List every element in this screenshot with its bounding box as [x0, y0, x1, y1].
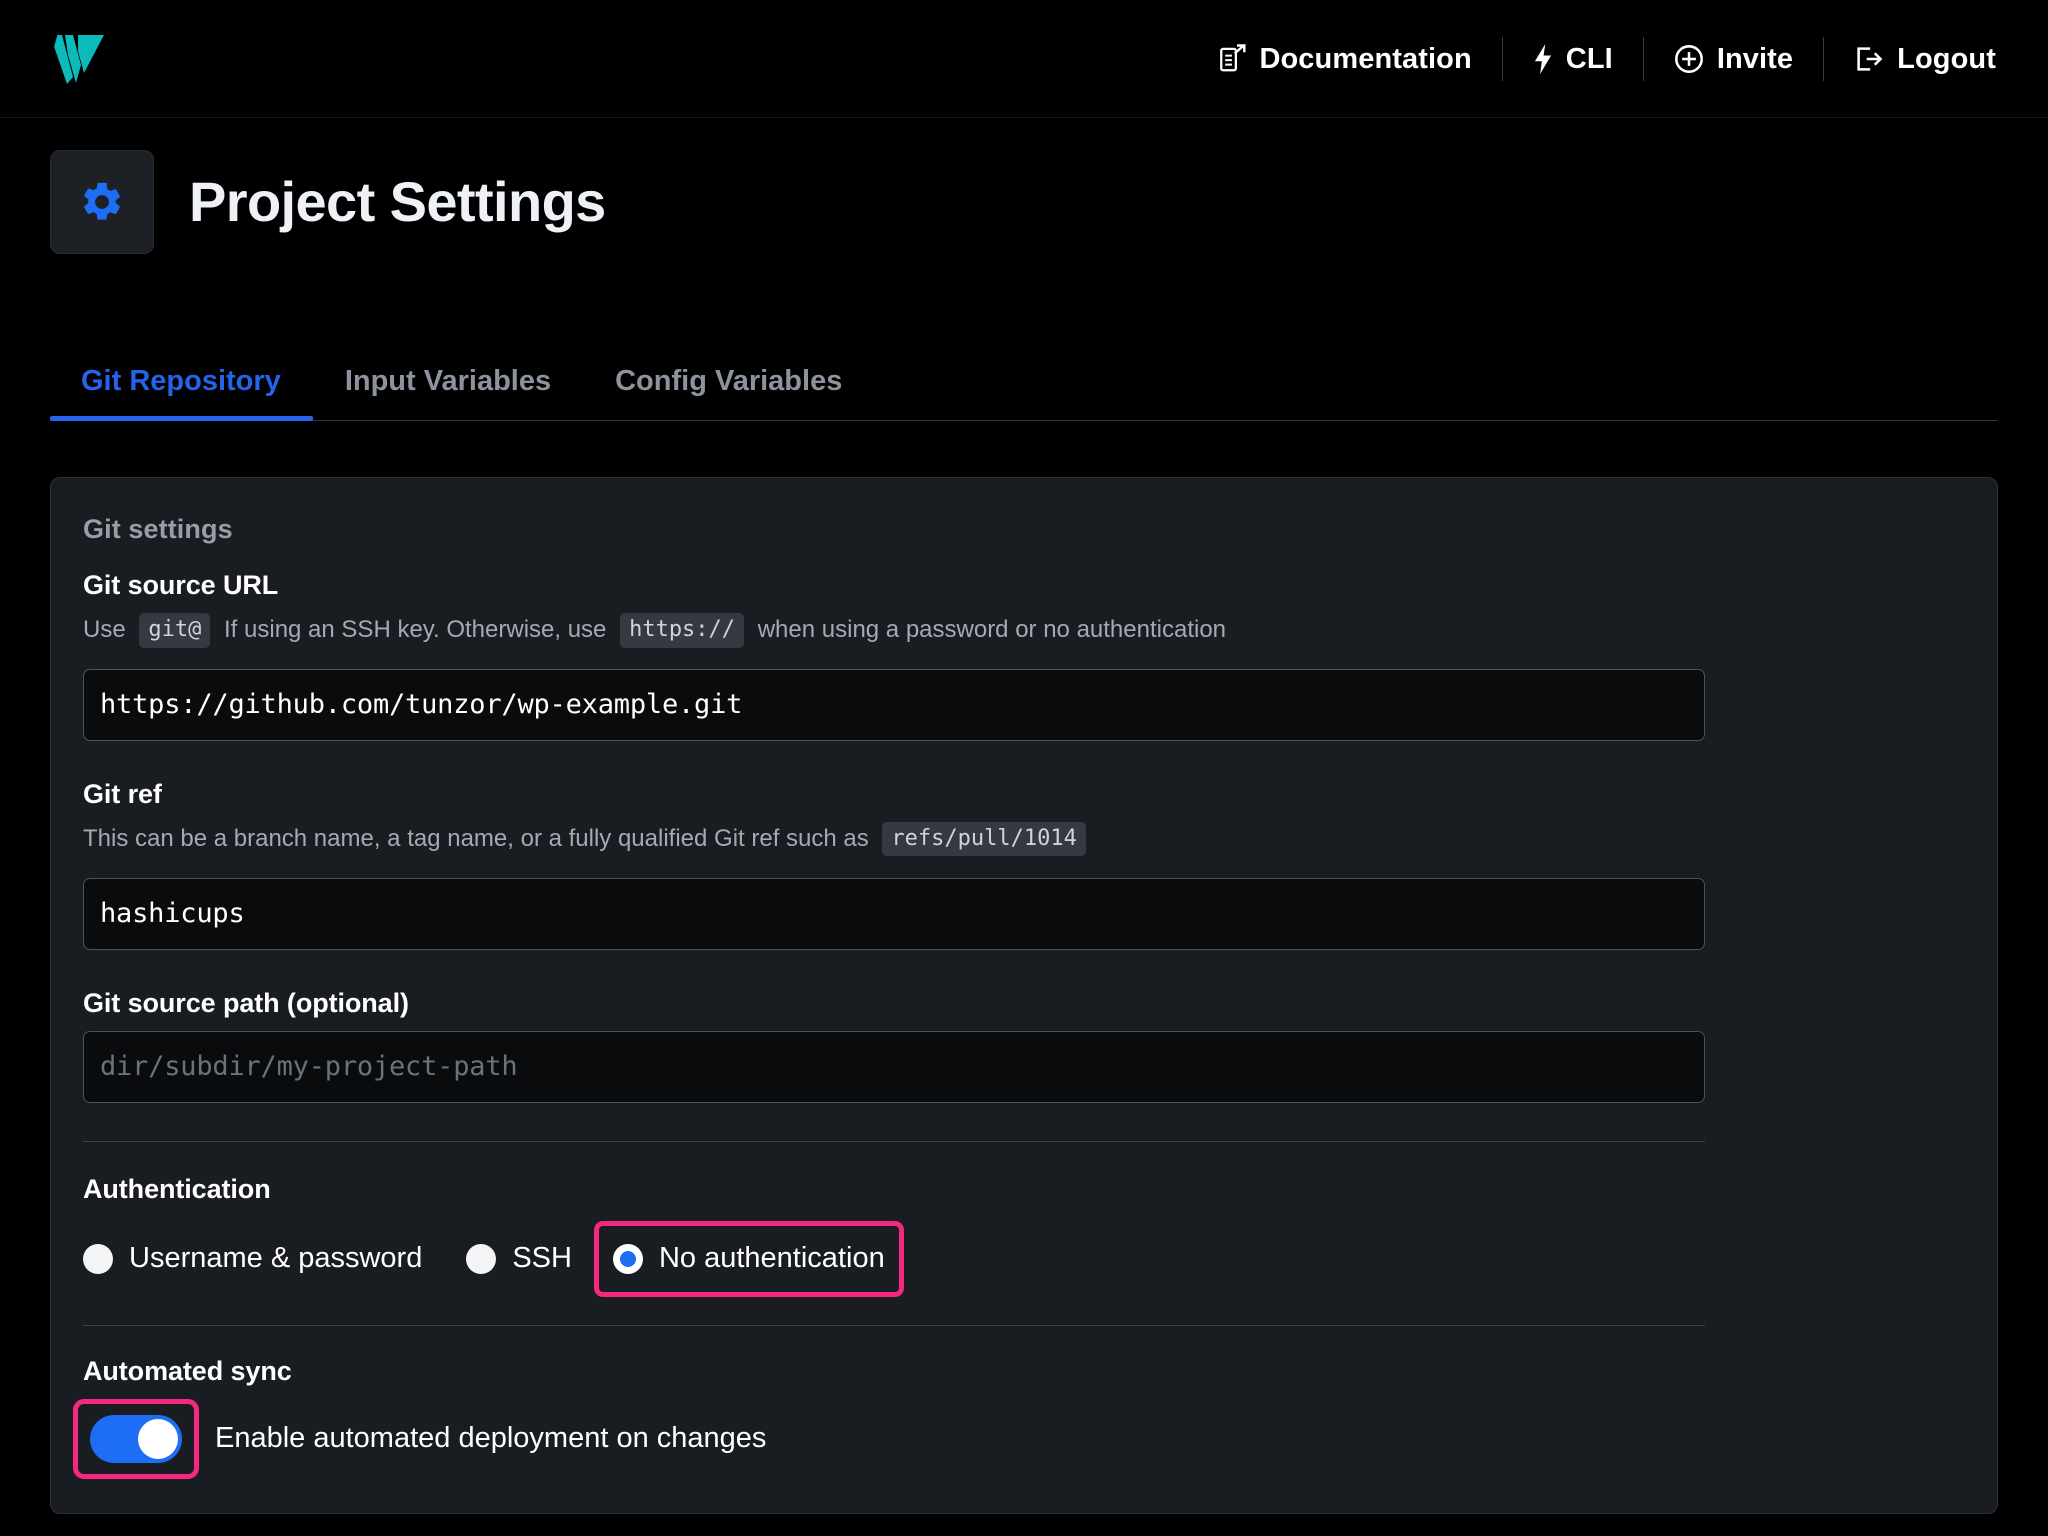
automated-sync-toggle[interactable]: [90, 1414, 182, 1463]
git-settings-card: Git settings Git source URL Use git@ If …: [50, 477, 1998, 1514]
nav-item-label: CLI: [1565, 42, 1613, 75]
automated-sync-row: Enable automated deployment on changes: [73, 1398, 1965, 1479]
page-header: Project Settings: [0, 118, 2048, 254]
git-source-url-label: Git source URL: [83, 570, 279, 600]
highlight-box-automated-sync-toggle: [73, 1398, 199, 1479]
authentication-radio-row: Username & password SSH No authenticatio…: [83, 1220, 1965, 1297]
radio-option-username-password[interactable]: Username & password: [83, 1234, 422, 1284]
help-text-prefix: Use: [83, 616, 133, 643]
nav-item-label: Documentation: [1259, 42, 1472, 75]
radio-label: No authentication: [658, 1242, 885, 1275]
nav-item-label: Logout: [1897, 42, 1996, 75]
toggle-knob: [138, 1418, 178, 1459]
tab-git-repository[interactable]: Git Repository: [50, 367, 313, 421]
help-text-prefix: This can be a branch name, a tag name, o…: [83, 824, 876, 852]
automated-sync-toggle-label: Enable automated deployment on changes: [215, 1422, 767, 1455]
git-settings-heading: Git settings: [83, 514, 233, 544]
top-navigation-bar: Documentation CLI Invite Logout: [0, 0, 2048, 118]
top-nav-links: Documentation CLI Invite Logout: [1189, 0, 2026, 118]
tab-config-variables[interactable]: Config Variables: [583, 367, 874, 420]
git-source-url-input[interactable]: [83, 668, 1705, 741]
help-chip-refs-pull: refs/pull/1014: [882, 822, 1086, 857]
git-source-path-input[interactable]: [83, 1030, 1705, 1103]
nav-item-documentation[interactable]: Documentation: [1189, 29, 1501, 89]
wing-logo-icon: [48, 33, 104, 84]
radio-indicator[interactable]: [466, 1243, 497, 1274]
git-source-url-field-group: Git source URL Use git@ If using an SSH …: [83, 570, 1965, 741]
radio-label: Username & password: [129, 1242, 423, 1275]
git-source-path-field-group: Git source path (optional): [83, 988, 1965, 1103]
git-ref-field-group: Git ref This can be a branch name, a tag…: [83, 779, 1965, 950]
lightning-bolt-icon: [1533, 44, 1553, 74]
document-external-link-icon: [1219, 44, 1246, 74]
radio-indicator-selected[interactable]: [612, 1243, 643, 1274]
radio-label: SSH: [512, 1242, 572, 1275]
help-chip-https: https://: [620, 613, 745, 648]
page-title: Project Settings: [189, 170, 606, 233]
git-source-url-help: Use git@ If using an SSH key. Otherwise,…: [83, 613, 1965, 648]
nav-item-label: Invite: [1716, 42, 1794, 75]
logout-arrow-icon: [1854, 44, 1884, 74]
gear-icon: [84, 182, 120, 220]
authentication-label: Authentication: [83, 1173, 271, 1204]
settings-tabs: Git Repository Input Variables Config Va…: [50, 333, 1998, 421]
automated-sync-group: Automated sync Enable automated deployme…: [73, 1326, 1965, 1513]
nav-item-logout[interactable]: Logout: [1824, 29, 2026, 89]
help-text-middle: If using an SSH key. Otherwise, use: [217, 616, 614, 643]
git-source-path-label: Git source path (optional): [83, 987, 409, 1018]
app-logo[interactable]: [46, 30, 108, 88]
git-ref-input[interactable]: [83, 877, 1705, 950]
settings-icon-badge: [50, 150, 154, 254]
help-chip-git-at: git@: [139, 613, 211, 648]
nav-item-invite[interactable]: Invite: [1644, 29, 1823, 89]
nav-item-cli[interactable]: CLI: [1503, 29, 1643, 89]
plus-circle-icon: [1674, 44, 1704, 74]
help-text-suffix: when using a password or no authenticati…: [751, 616, 1227, 643]
radio-indicator[interactable]: [83, 1243, 113, 1274]
radio-option-ssh[interactable]: SSH: [466, 1234, 572, 1284]
git-ref-help: This can be a branch name, a tag name, o…: [83, 822, 1965, 857]
tab-input-variables[interactable]: Input Variables: [313, 367, 583, 420]
automated-sync-label: Automated sync: [83, 1355, 292, 1386]
git-ref-label: Git ref: [83, 778, 162, 809]
authentication-group: Authentication Username & password SSH N…: [83, 1142, 1965, 1297]
radio-option-no-authentication[interactable]: No authentication: [612, 1234, 885, 1284]
highlight-box-no-authentication: No authentication: [593, 1220, 904, 1297]
